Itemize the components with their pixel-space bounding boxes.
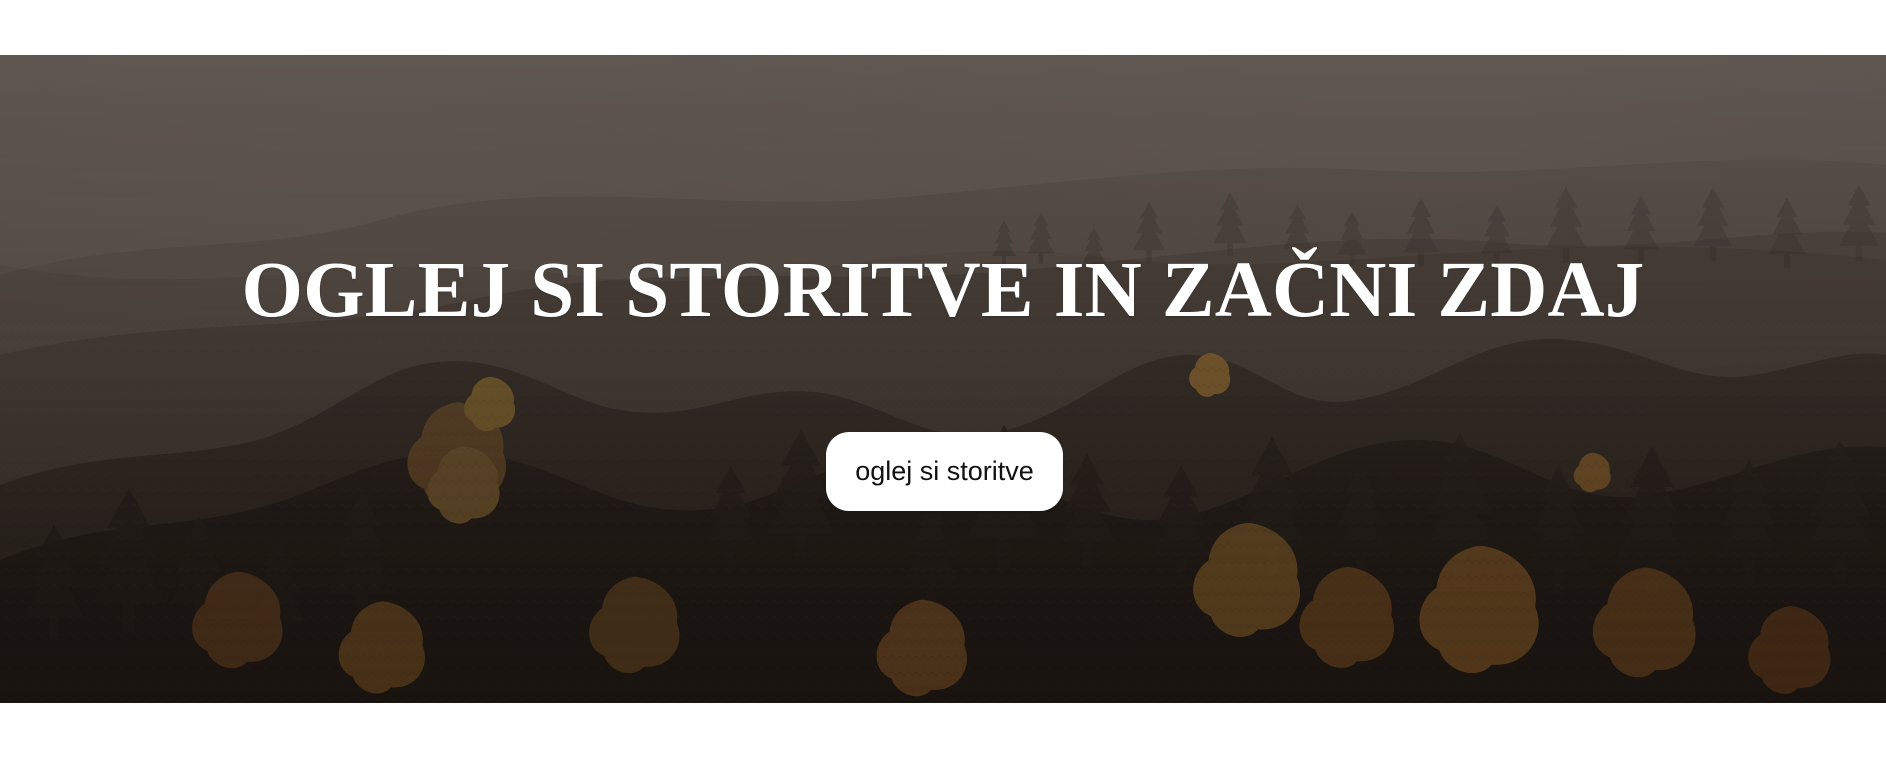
page: OGLEJ SI STORITVE IN ZAČNI ZDAJ oglej si… bbox=[0, 0, 1886, 767]
view-services-button[interactable]: oglej si storitve bbox=[826, 432, 1063, 511]
hero-content: OGLEJ SI STORITVE IN ZAČNI ZDAJ oglej si… bbox=[0, 55, 1886, 703]
hero-section: OGLEJ SI STORITVE IN ZAČNI ZDAJ oglej si… bbox=[0, 55, 1886, 703]
hero-title: OGLEJ SI STORITVE IN ZAČNI ZDAJ bbox=[241, 247, 1645, 334]
